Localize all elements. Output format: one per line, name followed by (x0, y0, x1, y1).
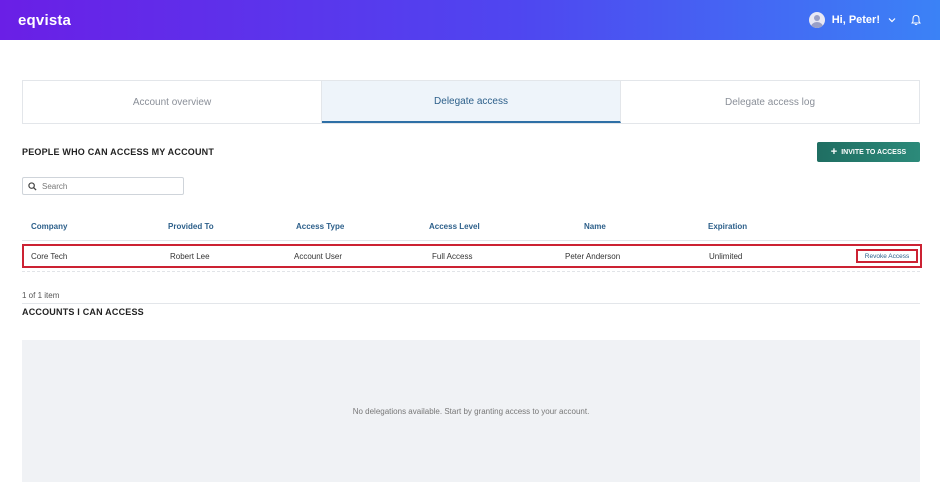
table-header: Company Provided To Access Type Access L… (22, 217, 920, 241)
invite-button-label: INVITE TO ACCESS (841, 148, 907, 156)
cell-name: Peter Anderson (565, 252, 621, 261)
section-divider (22, 303, 920, 304)
invite-to-access-button[interactable]: + INVITE TO ACCESS (817, 142, 920, 162)
column-header-company[interactable]: Company (31, 222, 67, 231)
cell-expiration: Unlimited (709, 252, 743, 261)
cell-access-type: Account User (294, 252, 343, 261)
column-header-access-type[interactable]: Access Type (296, 222, 344, 231)
search-input[interactable] (42, 181, 182, 191)
empty-state-message: No delegations available. Start by grant… (352, 406, 590, 416)
user-greeting[interactable]: Hi, Peter! (832, 14, 880, 26)
item-count: 1 of 1 item (22, 291, 60, 300)
bell-icon[interactable] (910, 14, 922, 26)
eqvista-logo[interactable]: eqvista (18, 12, 71, 29)
tab-delegate-access[interactable]: Delegate access (322, 81, 621, 123)
chevron-down-icon[interactable] (887, 15, 897, 25)
search-field[interactable] (22, 177, 184, 195)
cell-provided-to: Robert Lee (170, 252, 210, 261)
user-avatar-icon[interactable] (808, 12, 825, 28)
user-menu[interactable]: Hi, Peter! (808, 12, 922, 28)
tab-delegate-access-log[interactable]: Delegate access log (621, 81, 919, 123)
column-header-expiration[interactable]: Expiration (708, 222, 747, 231)
column-header-provided-to[interactable]: Provided To (168, 222, 214, 231)
cell-company: Core Tech (31, 252, 68, 261)
tab-bar: Account overview Delegate access Delegat… (22, 80, 920, 124)
top-navigation-bar: eqvista Hi, Peter! (0, 0, 940, 40)
plus-icon: + (830, 145, 838, 158)
cell-access-level: Full Access (432, 252, 473, 261)
search-icon (28, 181, 37, 191)
row-divider (22, 271, 920, 272)
column-header-access-level[interactable]: Access Level (429, 222, 480, 231)
accounts-section-title: ACCOUNTS I CAN ACCESS (22, 307, 144, 317)
people-section-title: PEOPLE WHO CAN ACCESS MY ACCOUNT (22, 147, 215, 157)
column-header-name[interactable]: Name (584, 222, 606, 231)
table-row: Core Tech Robert Lee Account User Full A… (22, 244, 922, 268)
empty-state-panel: No delegations available. Start by grant… (22, 340, 920, 482)
revoke-access-button[interactable]: Revoke Access (856, 249, 918, 263)
tab-account-overview[interactable]: Account overview (23, 81, 322, 123)
